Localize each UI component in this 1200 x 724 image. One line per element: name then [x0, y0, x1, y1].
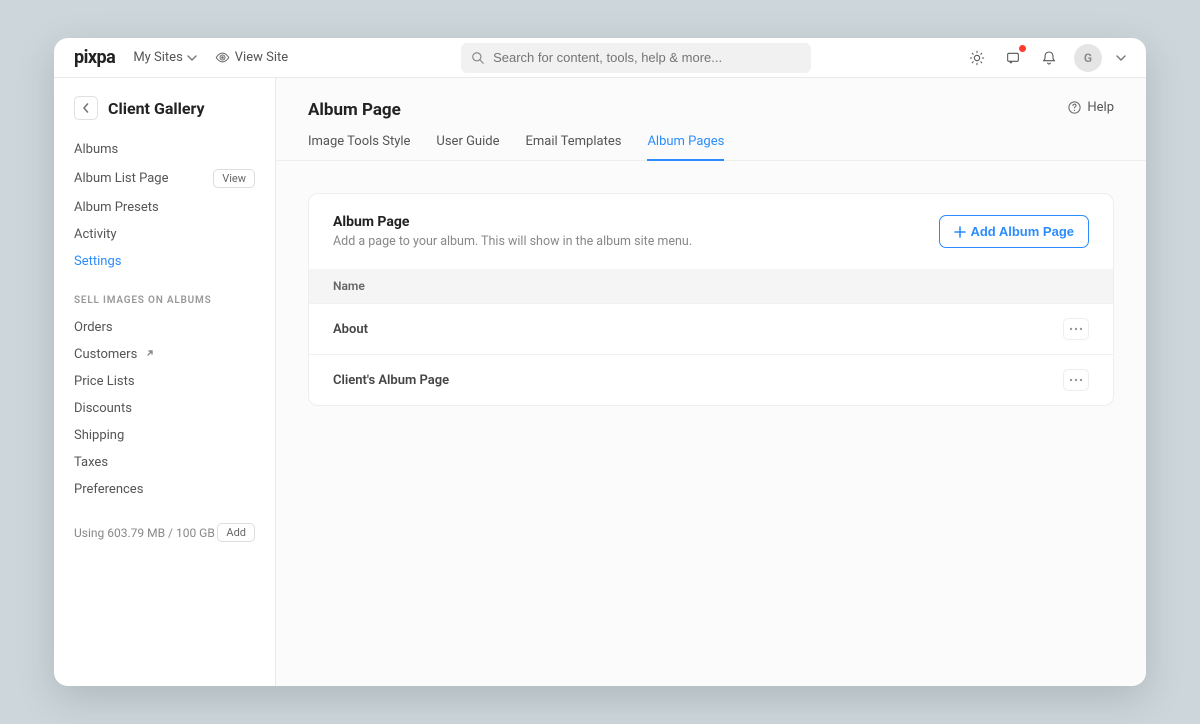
sidebar-item-discounts[interactable]: Discounts	[74, 395, 255, 422]
card-head-text: Album Page Add a page to your album. Thi…	[333, 214, 692, 249]
sidebar-item-activity[interactable]: Activity	[74, 221, 255, 248]
search-input[interactable]	[493, 50, 801, 65]
sidebar-item-taxes[interactable]: Taxes	[74, 449, 255, 476]
row-actions-menu[interactable]	[1063, 318, 1089, 340]
sidebar-item-albums[interactable]: Albums	[74, 136, 255, 163]
card-title: Album Page	[333, 214, 692, 230]
sidebar-header: Client Gallery	[54, 96, 275, 136]
tab-label: User Guide	[436, 134, 499, 149]
app-body: Client Gallery Albums Album List Page Vi…	[54, 78, 1146, 686]
help-icon	[1067, 100, 1082, 115]
tab-label: Album Pages	[647, 134, 724, 149]
sidebar-item-label: Albums	[74, 142, 118, 157]
sidebar-item-orders[interactable]: Orders	[74, 314, 255, 341]
sidebar-item-label: Price Lists	[74, 374, 135, 389]
add-album-page-button[interactable]: Add Album Page	[939, 215, 1089, 248]
chevron-down-icon[interactable]	[1116, 53, 1126, 63]
view-site-link[interactable]: View Site	[215, 50, 288, 65]
view-site-label: View Site	[235, 50, 288, 65]
sidebar-item-label: Orders	[74, 320, 113, 335]
sidebar-sell-list: Orders Customers Price Lists Discounts	[54, 314, 275, 503]
sidebar-section-label: SELL IMAGES ON ALBUMS	[54, 275, 275, 314]
row-name: About	[333, 322, 368, 337]
help-label: Help	[1087, 100, 1114, 115]
help-link[interactable]: Help	[1067, 100, 1114, 115]
card-head: Album Page Add a page to your album. Thi…	[309, 194, 1113, 269]
tab-email-templates[interactable]: Email Templates	[525, 134, 621, 160]
topbar: pixpa My Sites View Site	[54, 38, 1146, 78]
search-icon	[471, 51, 485, 65]
page-title: Album Page	[308, 100, 401, 120]
row-name: Client's Album Page	[333, 373, 449, 388]
tab-label: Email Templates	[525, 134, 621, 149]
sidebar-item-shipping[interactable]: Shipping	[74, 422, 255, 449]
sidebar-item-album-presets[interactable]: Album Presets	[74, 194, 255, 221]
tab-label: Image Tools Style	[308, 134, 410, 149]
sidebar-title: Client Gallery	[108, 99, 205, 118]
search-wrap	[306, 43, 966, 73]
chevron-down-icon	[187, 53, 197, 63]
my-sites-label: My Sites	[133, 50, 182, 65]
storage-usage-text: Using 603.79 MB / 100 GB	[74, 526, 215, 540]
app-window: pixpa My Sites View Site	[54, 38, 1146, 686]
sidebar-item-settings[interactable]: Settings	[74, 248, 255, 275]
topbar-actions: G	[966, 44, 1126, 72]
main-content: Album Page Help Image Tools Style User G…	[276, 78, 1146, 686]
sidebar-item-customers[interactable]: Customers	[74, 341, 255, 368]
storage-row: Using 603.79 MB / 100 GB Add	[54, 503, 275, 562]
tab-image-tools-style[interactable]: Image Tools Style	[308, 134, 410, 160]
notification-dot	[1019, 45, 1026, 52]
row-actions-menu[interactable]	[1063, 369, 1089, 391]
sidebar-item-label: Customers	[74, 347, 137, 362]
tab-album-pages[interactable]: Album Pages	[647, 134, 724, 161]
external-link-icon	[145, 347, 155, 362]
avatar-initial: G	[1084, 51, 1092, 65]
sidebar-item-label: Album Presets	[74, 200, 159, 215]
sidebar-item-preferences[interactable]: Preferences	[74, 476, 255, 503]
table-row[interactable]: Client's Album Page	[309, 354, 1113, 405]
bell-icon[interactable]	[1038, 47, 1060, 69]
card-description: Add a page to your album. This will show…	[333, 234, 692, 249]
sidebar-item-label: Preferences	[74, 482, 143, 497]
tab-user-guide[interactable]: User Guide	[436, 134, 499, 160]
view-badge[interactable]: View	[213, 169, 255, 188]
album-page-card: Album Page Add a page to your album. Thi…	[308, 193, 1114, 406]
announcements-icon[interactable]	[1002, 47, 1024, 69]
sidebar-item-label: Activity	[74, 227, 117, 242]
my-sites-dropdown[interactable]: My Sites	[133, 50, 196, 65]
sidebar-item-label: Taxes	[74, 455, 108, 470]
back-button[interactable]	[74, 96, 98, 120]
theme-toggle-icon[interactable]	[966, 47, 988, 69]
logo: pixpa	[74, 47, 115, 68]
storage-add-button[interactable]: Add	[217, 523, 255, 542]
main-header: Album Page Help	[276, 78, 1146, 120]
plus-icon	[954, 226, 966, 238]
tabs: Image Tools Style User Guide Email Templ…	[276, 120, 1146, 161]
sidebar: Client Gallery Albums Album List Page Vi…	[54, 78, 276, 686]
sidebar-item-label: Discounts	[74, 401, 132, 416]
add-button-label: Add Album Page	[970, 224, 1074, 239]
table-row[interactable]: About	[309, 303, 1113, 354]
sidebar-item-label: Album List Page	[74, 171, 168, 186]
search-box[interactable]	[461, 43, 811, 73]
sidebar-primary-list: Albums Album List Page View Album Preset…	[54, 136, 275, 275]
table-column-header: Name	[309, 269, 1113, 303]
sidebar-item-price-lists[interactable]: Price Lists	[74, 368, 255, 395]
sidebar-item-label: Settings	[74, 254, 121, 269]
eye-icon	[215, 50, 230, 65]
sidebar-item-album-list-page[interactable]: Album List Page View	[74, 163, 255, 194]
avatar[interactable]: G	[1074, 44, 1102, 72]
sidebar-item-label: Shipping	[74, 428, 124, 443]
